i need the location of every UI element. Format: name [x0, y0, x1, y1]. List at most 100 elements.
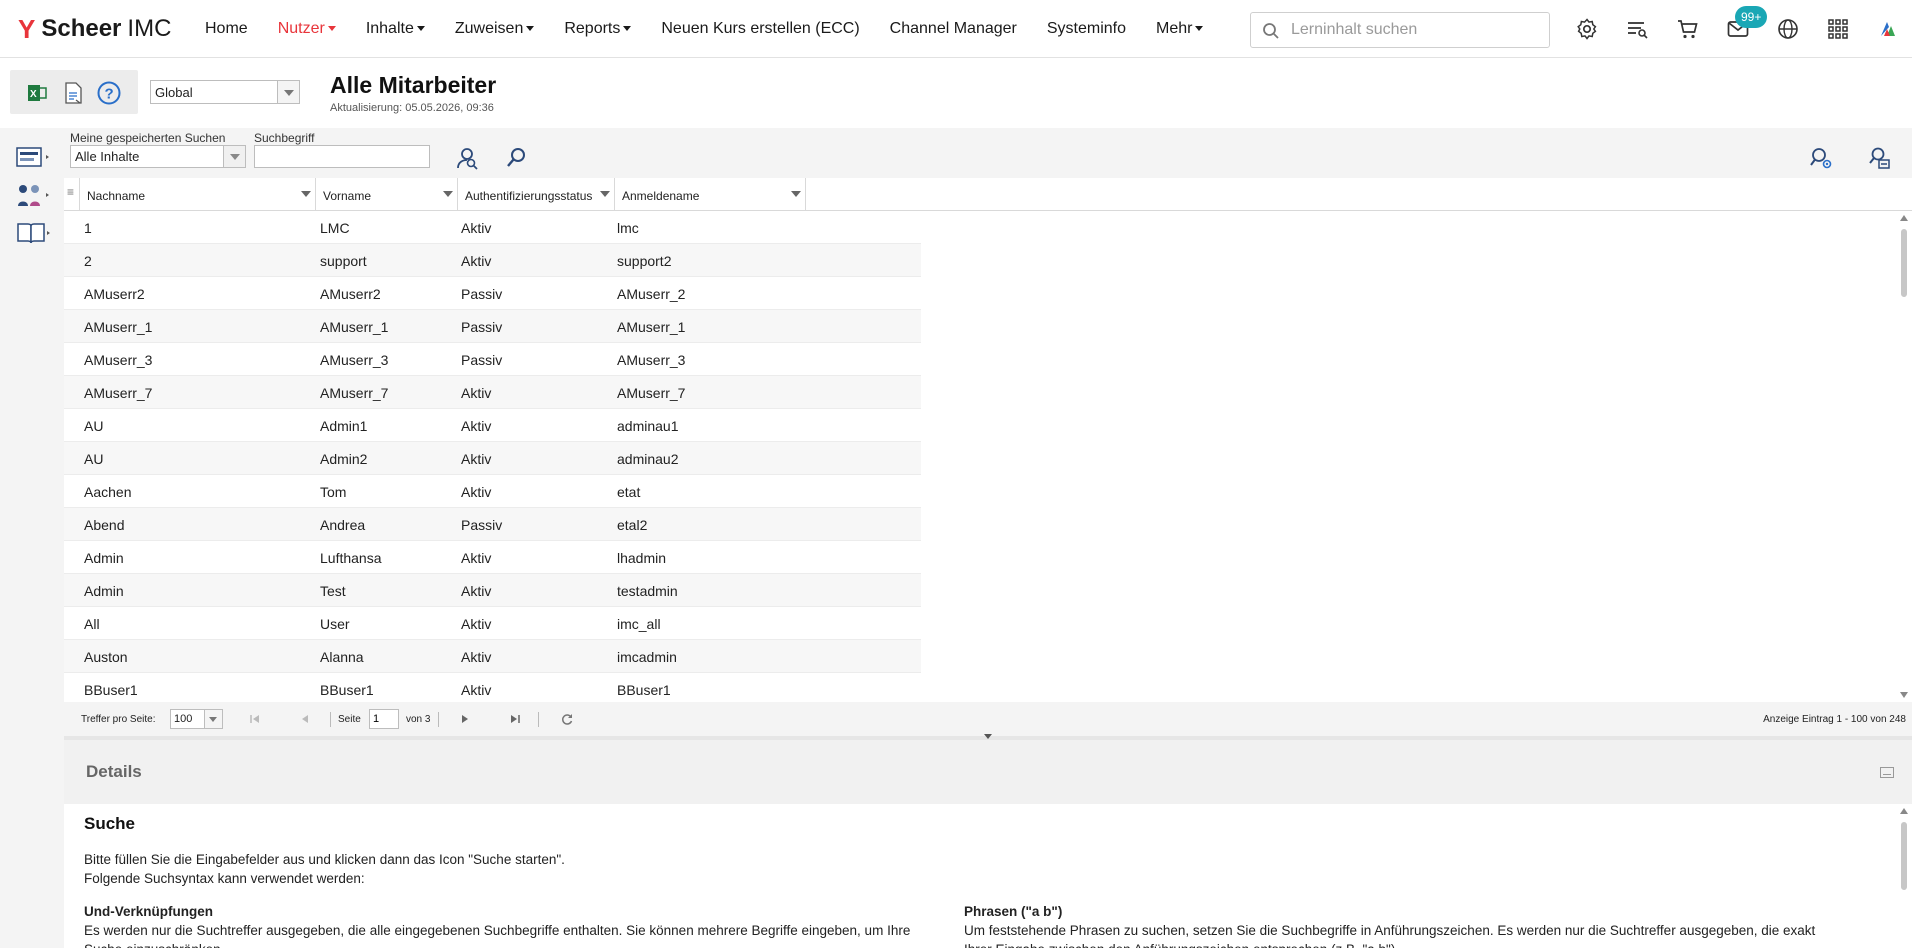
cell-authentifizierungsstatus: Aktiv: [461, 451, 492, 467]
scope-select-value: Global: [155, 85, 193, 100]
pdf-export-icon[interactable]: [60, 80, 86, 106]
scrollbar-thumb[interactable]: [1901, 822, 1907, 890]
scroll-up-icon[interactable]: [1900, 215, 1908, 221]
tasks-icon[interactable]: [1625, 17, 1649, 41]
first-page-icon[interactable]: [248, 712, 262, 726]
nav-item-systeminfo[interactable]: Systeminfo: [1047, 20, 1126, 38]
table-row[interactable]: 1 LMC Aktiv lmc: [64, 211, 921, 244]
table-scrollbar[interactable]: [1896, 211, 1912, 700]
nav-item-neuen-kurs-erstellen-ecc[interactable]: Neuen Kurs erstellen (ECC): [661, 20, 859, 38]
cell-nachname: Abend: [84, 517, 125, 533]
column-menu-icon[interactable]: [600, 191, 610, 197]
table-row[interactable]: AMuserr_7 AMuserr_7 Aktiv AMuserr_7: [64, 376, 921, 409]
table-row[interactable]: AMuserr2 AMuserr2 Passiv AMuserr_2: [64, 277, 921, 310]
nav-item-mehr[interactable]: Mehr: [1156, 20, 1204, 38]
imc-logo-icon[interactable]: [1876, 17, 1900, 41]
chevron-down-icon[interactable]: [204, 710, 222, 728]
nav-item-home[interactable]: Home: [205, 20, 248, 38]
cell-nachname: All: [84, 616, 100, 632]
cell-vorname: Test: [320, 583, 346, 599]
start-search-icon[interactable]: [504, 145, 530, 171]
column-header-vorname[interactable]: Vorname: [316, 178, 458, 210]
table-row[interactable]: AMuserr_1 AMuserr_1 Passiv AMuserr_1: [64, 310, 921, 343]
chevron-down-icon[interactable]: [223, 146, 245, 167]
column-header-anmeldename[interactable]: Anmeldename: [615, 178, 806, 210]
save-search-icon[interactable]: [1866, 145, 1892, 171]
column-menu-icon[interactable]: [64, 178, 80, 210]
settings-icon[interactable]: [1575, 17, 1599, 41]
help-icon[interactable]: ?: [96, 80, 122, 106]
catalog-book-icon[interactable]: [16, 220, 52, 246]
nav-item-channel-manager[interactable]: Channel Manager: [890, 20, 1017, 38]
refresh-icon[interactable]: [560, 712, 574, 726]
table-row[interactable]: AU Admin2 Aktiv adminau2: [64, 442, 921, 475]
caret-down-icon: [416, 26, 425, 32]
scope-select[interactable]: Global: [150, 80, 300, 104]
cell-vorname: LMC: [320, 220, 350, 236]
table-row[interactable]: Auston Alanna Aktiv imcadmin: [64, 640, 921, 673]
table-row[interactable]: Aachen Tom Aktiv etat: [64, 475, 921, 508]
column-menu-icon[interactable]: [301, 191, 311, 197]
cell-authentifizierungsstatus: Passiv: [461, 319, 503, 335]
nav-item-nutzer[interactable]: Nutzer: [278, 20, 336, 38]
nav-item-label: Reports: [564, 20, 621, 37]
nav-item-zuweisen[interactable]: Zuweisen: [454, 20, 535, 38]
table-row[interactable]: Admin Test Aktiv testadmin: [64, 574, 921, 607]
cart-icon[interactable]: [1676, 17, 1700, 41]
content-search[interactable]: [1250, 12, 1550, 48]
table-row[interactable]: Abend Andrea Passiv etal2: [64, 508, 921, 541]
column-header-label: Authentifizierungsstatus: [465, 189, 593, 203]
table-row[interactable]: AU Admin1 Aktiv adminau1: [64, 409, 921, 442]
search-panel-icon[interactable]: [16, 144, 52, 170]
scroll-down-icon[interactable]: [1900, 692, 1908, 698]
saved-searches-value: Alle Inhalte: [75, 149, 140, 164]
table-row[interactable]: All User Aktiv imc_all: [64, 607, 921, 640]
user-search-icon[interactable]: [454, 145, 480, 171]
cell-anmeldename: etat: [617, 484, 641, 500]
brand-logo[interactable]: Y Scheer IMC: [18, 14, 171, 44]
cell-anmeldename: imcadmin: [617, 649, 677, 665]
excel-export-icon[interactable]: X: [24, 80, 50, 106]
last-page-icon[interactable]: [508, 712, 522, 726]
search-term-input[interactable]: [254, 145, 430, 168]
search-term-label: Suchbegriff: [254, 131, 315, 145]
phrase-text-1: Um feststehende Phrasen zu suchen, setze…: [964, 923, 1816, 938]
scrollbar-thumb[interactable]: [1901, 229, 1907, 297]
column-menu-icon[interactable]: [791, 191, 801, 197]
apps-grid-icon[interactable]: [1826, 17, 1850, 41]
column-header-nachname[interactable]: Nachname: [80, 178, 316, 210]
table-row[interactable]: 2 support Aktiv support2: [64, 244, 921, 277]
cell-vorname: Admin2: [320, 451, 368, 467]
cell-nachname: AMuserr_3: [84, 352, 153, 368]
table-row[interactable]: BBuser1 BBuser1 Aktiv BBuser1: [64, 673, 921, 700]
cell-vorname: Alanna: [320, 649, 364, 665]
cell-vorname: Andrea: [320, 517, 366, 533]
collapse-arrow-icon[interactable]: [984, 734, 992, 739]
nav-item-inhalte[interactable]: Inhalte: [366, 20, 425, 38]
chevron-down-icon[interactable]: [277, 81, 299, 103]
next-page-icon[interactable]: [458, 712, 472, 726]
scroll-up-icon[interactable]: [1900, 808, 1908, 814]
column-menu-icon[interactable]: [443, 191, 453, 197]
table-row[interactable]: AMuserr_3 AMuserr_3 Passiv AMuserr_3: [64, 343, 921, 376]
details-scrollbar[interactable]: [1896, 804, 1912, 948]
search-input[interactable]: [1291, 19, 1541, 41]
per-page-select[interactable]: 100: [170, 709, 223, 729]
results-summary: Anzeige Eintrag 1 - 100 von 248: [1763, 714, 1906, 725]
previous-page-icon[interactable]: [298, 712, 312, 726]
search-settings-icon[interactable]: [1808, 145, 1834, 171]
table-row[interactable]: Admin Lufthansa Aktiv lhadmin: [64, 541, 921, 574]
nav-item-label: Zuweisen: [454, 20, 524, 37]
cell-authentifizierungsstatus: Aktiv: [461, 550, 492, 566]
globe-icon[interactable]: [1776, 17, 1800, 41]
saved-searches-select[interactable]: Alle Inhalte: [70, 145, 246, 168]
user-groups-icon[interactable]: [16, 182, 52, 208]
column-header-authentifizierungsstatus[interactable]: Authentifizierungsstatus: [458, 178, 615, 210]
page-number-input[interactable]: [369, 709, 399, 729]
minimize-panel-icon[interactable]: [1880, 767, 1894, 778]
cell-nachname: Admin: [84, 583, 124, 599]
brand-name-bold: Scheer: [41, 15, 122, 42]
column-header-label: Vorname: [323, 189, 372, 203]
nav-item-reports[interactable]: Reports: [564, 20, 632, 38]
nav-item-label: Nutzer: [277, 20, 325, 37]
